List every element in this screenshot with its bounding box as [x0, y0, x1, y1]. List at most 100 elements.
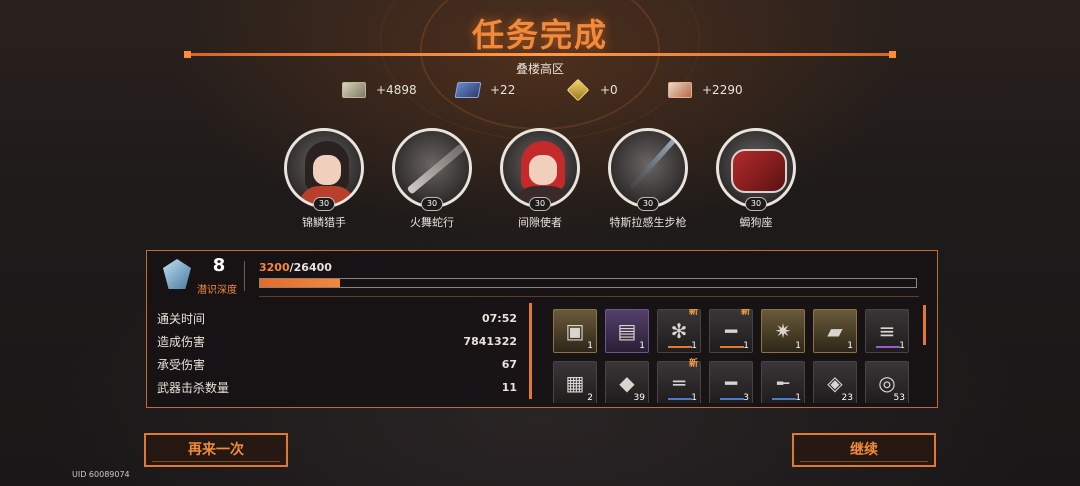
gem-icon — [566, 78, 590, 102]
reward-cash-value: +4898 — [376, 83, 417, 97]
reward-box-value: +22 — [490, 83, 516, 97]
character-card[interactable]: 30 火舞蛇行 — [387, 128, 477, 230]
stats-list: 通关时间 07:52 造成伤害 7841322 承受伤害 67 武器击杀数量 1… — [157, 307, 517, 399]
depth-progress-fill — [260, 279, 340, 287]
character-name: 火舞蛇行 — [410, 216, 454, 229]
character-card[interactable]: 30 蝎狗座 — [711, 128, 801, 230]
item-count: 1 — [639, 341, 645, 351]
scrollbar-track[interactable] — [529, 303, 532, 399]
character-card[interactable]: 30 特斯拉感生步枪 — [603, 128, 693, 230]
reward-gem-value: +0 — [600, 83, 618, 97]
stat-value: 7841322 — [463, 335, 517, 348]
stat-row: 承受伤害 67 — [157, 353, 517, 376]
weapon-portrait — [392, 128, 472, 208]
character-name: 蝎狗座 — [739, 216, 773, 229]
level-badge: 30 — [421, 197, 443, 211]
stat-row: 武器击杀数量 11 — [157, 376, 517, 399]
item-count: 1 — [743, 341, 749, 351]
loot-item[interactable]: ▦ 2 — [553, 361, 597, 403]
item-count: 2 — [587, 393, 593, 403]
box-icon — [454, 82, 482, 98]
item-count: 1 — [795, 393, 801, 403]
loot-item[interactable]: ✻ 新 1 — [657, 309, 701, 353]
item-count: 1 — [587, 341, 593, 351]
stat-value: 67 — [501, 358, 517, 371]
loot-item[interactable]: ◎ 53 — [865, 361, 909, 403]
level-badge: 30 — [637, 197, 659, 211]
character-portrait — [500, 128, 580, 208]
retry-button[interactable]: 再来一次 — [144, 433, 288, 467]
stat-row: 造成伤害 7841322 — [157, 330, 517, 353]
stat-label: 通关时间 — [157, 312, 206, 326]
depth-crystal-icon — [163, 259, 191, 289]
ticket-icon — [668, 82, 692, 98]
stat-value: 11 — [501, 381, 517, 394]
reward-summary: +4898 +22 +0 +2290 — [0, 78, 1080, 102]
reward-cash: +4898 — [342, 82, 417, 98]
loot-item[interactable]: ▤ 1 — [605, 309, 649, 353]
loot-item[interactable]: ━ 新 1 — [709, 309, 753, 353]
character-card[interactable]: 30 锦鳞猎手 — [279, 128, 369, 230]
mech-portrait — [716, 128, 796, 208]
page-title: 任务完成 — [471, 16, 608, 54]
mech-icon — [731, 149, 787, 193]
character-card[interactable]: 30 间隙使者 — [495, 128, 585, 230]
item-count: 53 — [893, 393, 905, 403]
face-shape — [529, 155, 557, 185]
depth-label: 潜识深度 — [197, 285, 237, 296]
rarity-bar — [876, 346, 900, 348]
character-name: 间隙使者 — [518, 216, 562, 229]
stat-value: 07:52 — [481, 312, 517, 325]
squad-list: 30 锦鳞猎手 30 火舞蛇行 30 间隙使者 30 特斯拉感生步枪 30 蝎狗… — [0, 128, 1080, 230]
depth-progress-bar — [259, 278, 917, 288]
loot-item[interactable]: ◈ 23 — [813, 361, 857, 403]
item-count: 1 — [691, 393, 697, 403]
reward-ticket-value: +2290 — [702, 83, 743, 97]
reward-gem: +0 — [566, 78, 618, 102]
item-scrollbar[interactable] — [923, 305, 926, 345]
rarity-bar — [772, 398, 796, 400]
item-count: 23 — [841, 393, 853, 403]
stat-label: 造成伤害 — [157, 335, 206, 349]
continue-button[interactable]: 继续 — [792, 433, 936, 467]
loot-item[interactable]: ▣ 1 — [553, 309, 597, 353]
character-name: 锦鳞猎手 — [302, 216, 346, 229]
loot-grid: ▣ 1 ▤ 1 ✻ 新 1 ━ 新 1 ✷ 1 ▰ 1 ≡ 1 ▦ 2 ◆ 39 ═ 新 1 ━ 3 ╾ 1 ◈ 23 ◎ 53 — [553, 309, 919, 403]
progress-current: 3200 — [259, 261, 290, 274]
item-count: 1 — [691, 341, 697, 351]
loot-item[interactable]: ▰ 1 — [813, 309, 857, 353]
user-id: UID 60089074 — [72, 470, 130, 479]
new-badge: 新 — [688, 359, 698, 369]
loot-item[interactable]: ═ 新 1 — [657, 359, 701, 403]
title-divider — [184, 51, 896, 58]
item-count: 1 — [899, 341, 905, 351]
item-count: 39 — [633, 393, 645, 403]
reward-ticket: +2290 — [668, 82, 743, 98]
face-shape — [313, 155, 341, 185]
rarity-bar — [720, 398, 744, 400]
new-badge: 新 — [740, 309, 750, 317]
level-badge: 30 — [529, 197, 551, 211]
character-portrait — [284, 128, 364, 208]
item-count: 3 — [743, 393, 749, 403]
level-badge: 30 — [313, 197, 335, 211]
progress-total: 26400 — [293, 261, 332, 274]
rarity-bar — [720, 346, 744, 348]
depth-value: 8 — [212, 255, 226, 276]
rarity-bar — [668, 398, 692, 400]
results-panel: 8 潜识深度 3200/26400 通关时间 07:52 造成伤害 784132… — [146, 250, 938, 408]
loot-item[interactable]: ✷ 1 — [761, 309, 805, 353]
loot-item[interactable]: ≡ 1 — [865, 309, 909, 353]
stat-label: 承受伤害 — [157, 358, 206, 372]
item-count: 1 — [795, 341, 801, 351]
sword-icon — [406, 143, 466, 195]
loot-item[interactable]: ━ 3 — [709, 361, 753, 403]
cash-icon — [342, 82, 366, 98]
divider — [244, 261, 245, 291]
stage-name: 叠楼高区 — [515, 62, 564, 76]
rarity-bar — [668, 346, 692, 348]
character-name: 特斯拉感生步枪 — [609, 216, 687, 229]
depth-progress-text: 3200/26400 — [259, 261, 332, 274]
loot-item[interactable]: ◆ 39 — [605, 361, 649, 403]
loot-item[interactable]: ╾ 1 — [761, 361, 805, 403]
